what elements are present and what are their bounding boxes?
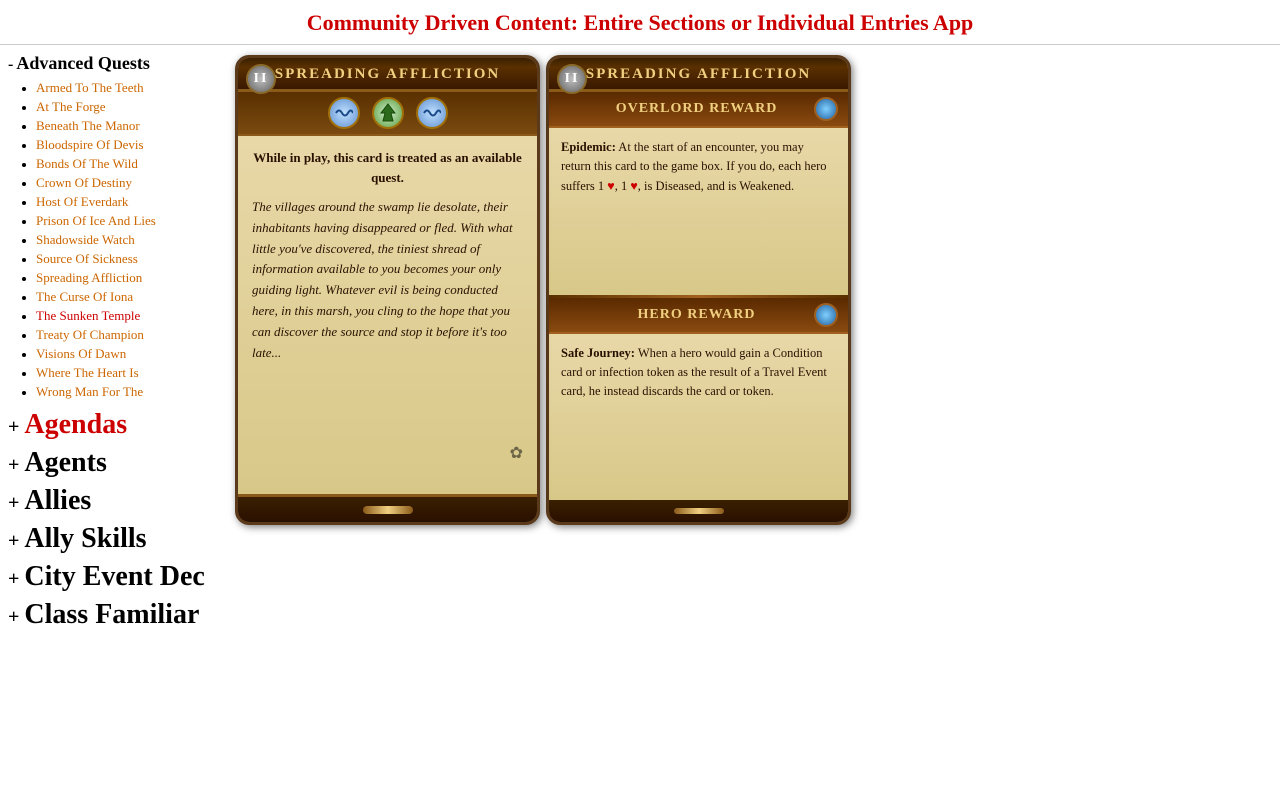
card-left-footer xyxy=(238,494,537,522)
city-event-label: City Event Dec xyxy=(24,561,204,593)
hero-panel: Hero Reward Safe Journey: When a hero wo… xyxy=(549,298,848,501)
card-right: II Spreading Affliction Overlord Reward … xyxy=(546,55,851,525)
list-item: The Sunken Temple xyxy=(36,308,225,325)
quest-link-shadowside[interactable]: Shadowside Watch xyxy=(36,232,135,247)
list-item: Shadowside Watch xyxy=(36,232,225,249)
list-item: Bloodspire Of Devis xyxy=(36,137,225,154)
list-item: Armed To The Teeth xyxy=(36,80,225,97)
quest-link-wrong[interactable]: Wrong Man For The xyxy=(36,384,143,399)
wave-icon-right xyxy=(416,97,448,129)
quest-link-sunken[interactable]: The Sunken Temple xyxy=(36,308,140,323)
allies-label: Allies xyxy=(24,485,91,517)
list-item: Where The Heart Is xyxy=(36,365,225,382)
hero-label: Hero Reward xyxy=(638,307,756,323)
class-familiar-toggle[interactable]: + xyxy=(8,606,19,629)
quest-link-armed[interactable]: Armed To The Teeth xyxy=(36,80,144,95)
advanced-quests-header[interactable]: - Advanced Quests xyxy=(8,53,225,74)
advanced-quests-toggle[interactable]: - xyxy=(8,56,13,74)
card-footer-decoration xyxy=(363,506,413,514)
quest-link-prison[interactable]: Prison Of Ice And Lies xyxy=(36,213,156,228)
quest-link-crown[interactable]: Crown Of Destiny xyxy=(36,175,132,190)
ally-skills-label: Ally Skills xyxy=(24,523,146,555)
hero-gem-left xyxy=(814,303,838,327)
quest-link-visions[interactable]: Visions Of Dawn xyxy=(36,346,126,361)
advanced-quests-label: Advanced Quests xyxy=(16,53,150,74)
agendas-toggle[interactable]: + xyxy=(8,416,19,439)
list-item: Spreading Affliction xyxy=(36,270,225,287)
overlord-panel: Overlord Reward Epidemic: At the start o… xyxy=(549,92,848,295)
list-item: Host Of Everdark xyxy=(36,194,225,211)
section-allies[interactable]: + Allies xyxy=(8,485,225,517)
section-class-familiar[interactable]: + Class Familiar xyxy=(8,599,225,631)
hero-body: Safe Journey: When a hero would gain a C… xyxy=(549,334,848,501)
card-left-level: II xyxy=(246,64,276,94)
cards-popup-area: II Spreading Affliction While in play, t… xyxy=(225,45,861,535)
card-left-bold-text: While in play, this card is treated as a… xyxy=(252,148,523,187)
ally-skills-toggle[interactable]: + xyxy=(8,530,19,553)
overlord-body: Epidemic: At the start of an encounter, … xyxy=(549,128,848,295)
list-item: Bonds Of The Wild xyxy=(36,156,225,173)
list-item: At The Forge xyxy=(36,99,225,116)
tree-icon xyxy=(372,97,404,129)
overlord-gem-left xyxy=(814,97,838,121)
card-left-icons-bar xyxy=(238,92,537,136)
top-banner: Community Driven Content: Entire Section… xyxy=(0,0,1280,45)
card-right-title: Spreading Affliction xyxy=(586,66,811,83)
quest-link-bonds[interactable]: Bonds Of The Wild xyxy=(36,156,138,171)
quest-list: Armed To The Teeth At The Forge Beneath … xyxy=(36,80,225,401)
section-city-event[interactable]: + City Event Dec xyxy=(8,561,225,593)
hero-header: Hero Reward xyxy=(549,298,848,334)
quest-link-host[interactable]: Host Of Everdark xyxy=(36,194,128,209)
city-event-toggle[interactable]: + xyxy=(8,568,19,591)
card-left: II Spreading Affliction While in play, t… xyxy=(235,55,540,525)
list-item: The Curse Of Iona xyxy=(36,289,225,306)
quest-link-spreading[interactable]: Spreading Affliction xyxy=(36,270,142,285)
list-item: Prison Of Ice And Lies xyxy=(36,213,225,230)
quest-link-treaty[interactable]: Treaty Of Champion xyxy=(36,327,144,342)
overlord-header: Overlord Reward xyxy=(549,92,848,128)
agents-toggle[interactable]: + xyxy=(8,454,19,477)
quest-link-bloodspire[interactable]: Bloodspire Of Devis xyxy=(36,137,144,152)
overlord-label: Overlord Reward xyxy=(616,101,778,117)
section-agents[interactable]: + Agents xyxy=(8,447,225,479)
card-right-level: II xyxy=(557,64,587,94)
agendas-label: Agendas xyxy=(24,409,127,441)
section-agendas[interactable]: + Agendas xyxy=(8,409,225,441)
quest-link-heart[interactable]: Where The Heart Is xyxy=(36,365,139,380)
card-left-italic-text: The villages around the swamp lie desola… xyxy=(252,197,523,363)
quest-link-source[interactable]: Source Of Sickness xyxy=(36,251,138,266)
quest-link-manor[interactable]: Beneath The Manor xyxy=(36,118,140,133)
quest-link-curse[interactable]: The Curse Of Iona xyxy=(36,289,133,304)
wave-icon-left xyxy=(328,97,360,129)
card-right-footer-decoration xyxy=(674,508,724,514)
agents-label: Agents xyxy=(24,447,106,479)
quest-link-forge[interactable]: At The Forge xyxy=(36,99,106,114)
sidebar: - Advanced Quests Armed To The Teeth At … xyxy=(0,45,225,633)
allies-toggle[interactable]: + xyxy=(8,492,19,515)
list-item: Treaty Of Champion xyxy=(36,327,225,344)
section-ally-skills[interactable]: + Ally Skills xyxy=(8,523,225,555)
list-item: Visions Of Dawn xyxy=(36,346,225,363)
list-item: Wrong Man For The xyxy=(36,384,225,401)
card-right-header: II Spreading Affliction xyxy=(549,58,848,92)
card-left-body: While in play, this card is treated as a… xyxy=(238,136,537,494)
card-right-footer xyxy=(549,500,848,522)
butterfly-decoration: ✿ xyxy=(510,442,523,466)
card-left-header: II Spreading Affliction xyxy=(238,58,537,92)
list-item: Beneath The Manor xyxy=(36,118,225,135)
card-left-title: Spreading Affliction xyxy=(275,66,500,83)
list-item: Crown Of Destiny xyxy=(36,175,225,192)
list-item: Source Of Sickness xyxy=(36,251,225,268)
class-familiar-label: Class Familiar xyxy=(24,599,199,631)
